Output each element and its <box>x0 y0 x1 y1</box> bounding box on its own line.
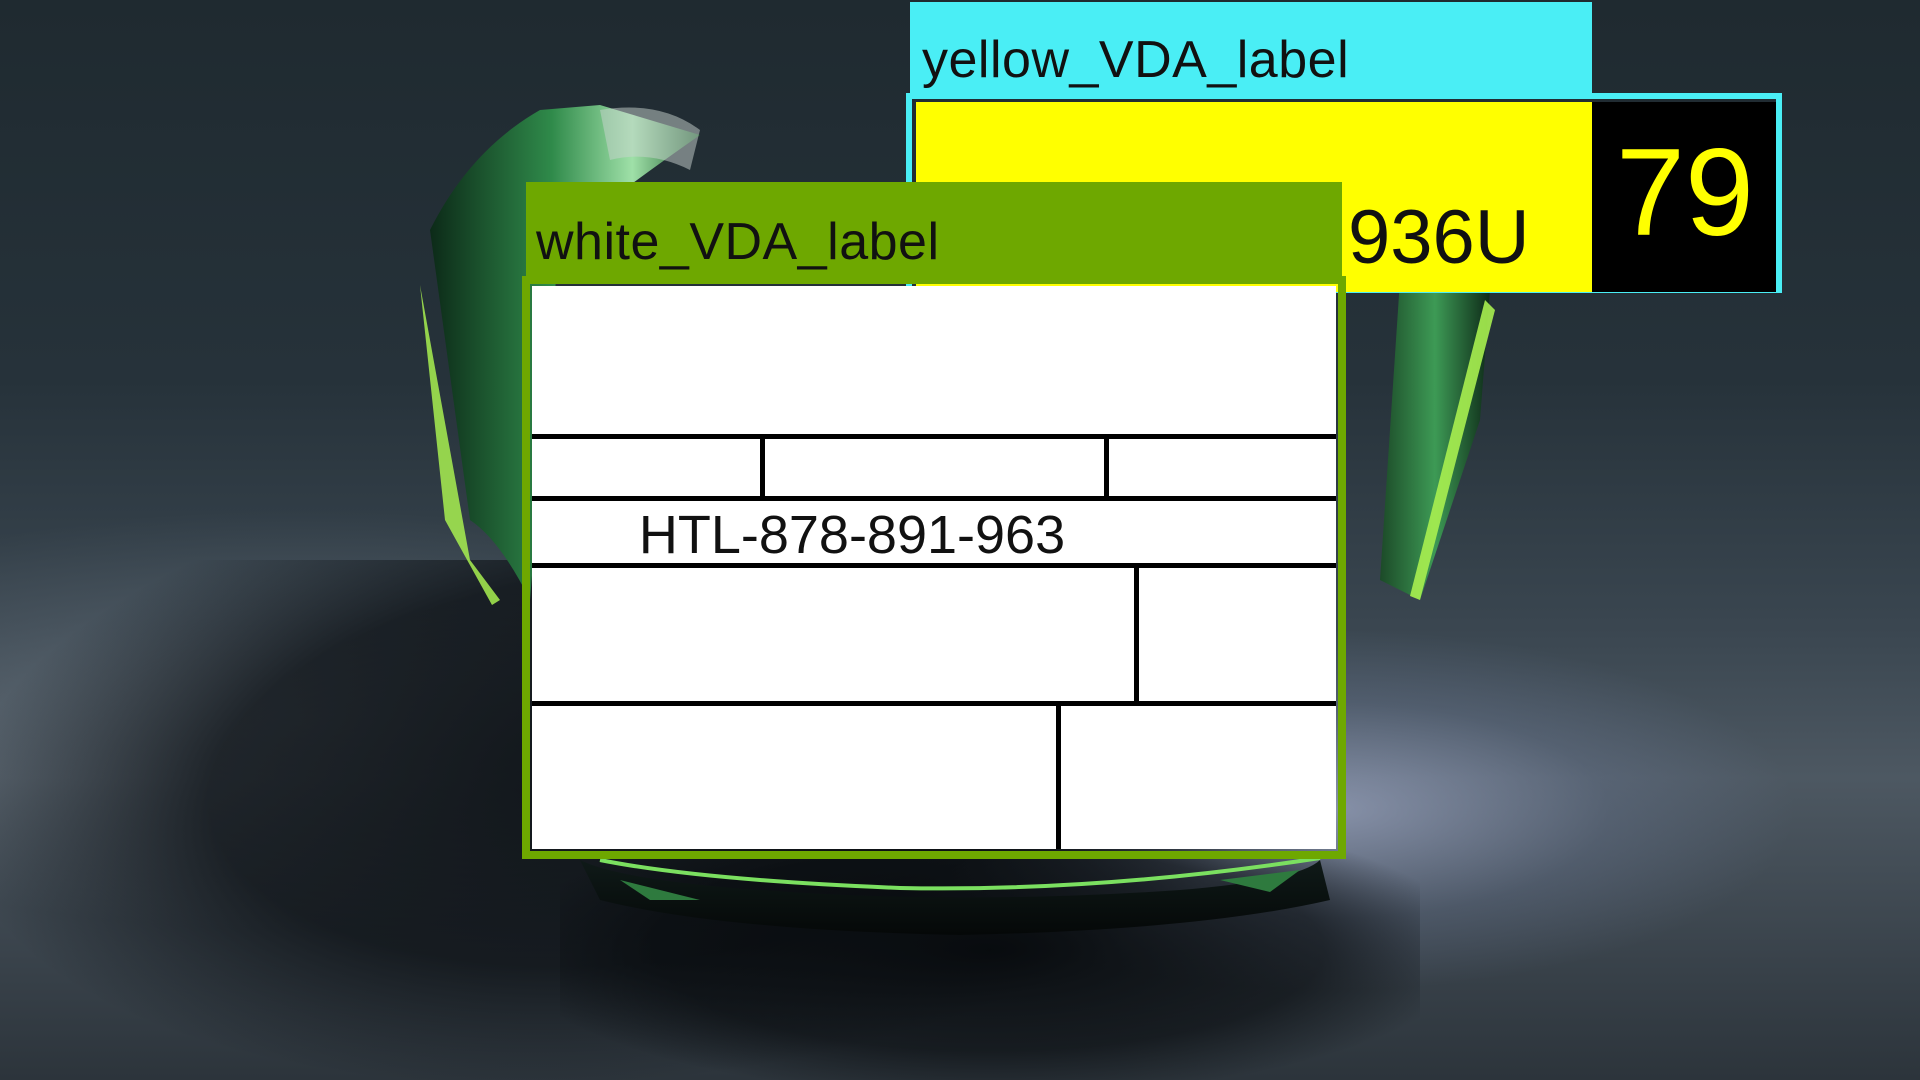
label-col-divider <box>1104 434 1109 499</box>
label-col-divider <box>1056 701 1061 849</box>
car-body-highlight <box>599 856 1321 891</box>
label-row-divider <box>532 434 1336 439</box>
right-door-wing <box>1380 280 1490 600</box>
label-row-divider <box>532 701 1336 706</box>
label-row-divider <box>532 563 1336 568</box>
white-vda-label-tag: white_VDA_label <box>526 182 1342 278</box>
label-row-divider <box>532 496 1336 501</box>
photo-scene: yellow_VDA_label 936U 79 white_VDA_label… <box>0 0 1920 1080</box>
white-vda-label-body: HTL-878-891-963 <box>532 286 1336 849</box>
yellow-vda-label-number-box: 79 <box>1592 102 1776 292</box>
yellow-vda-label-title: yellow_VDA_label <box>922 31 1350 89</box>
white-vda-label-title: white_VDA_label <box>536 213 940 271</box>
label-col-divider <box>1134 563 1139 703</box>
yellow-vda-label-tag: yellow_VDA_label <box>910 2 1592 94</box>
label-col-divider <box>760 434 765 499</box>
yellow-vda-label-code: 936U <box>1348 195 1530 280</box>
yellow-vda-label-number: 79 <box>1616 124 1754 262</box>
white-vda-label-code: HTL-878-891-963 <box>638 505 1066 565</box>
